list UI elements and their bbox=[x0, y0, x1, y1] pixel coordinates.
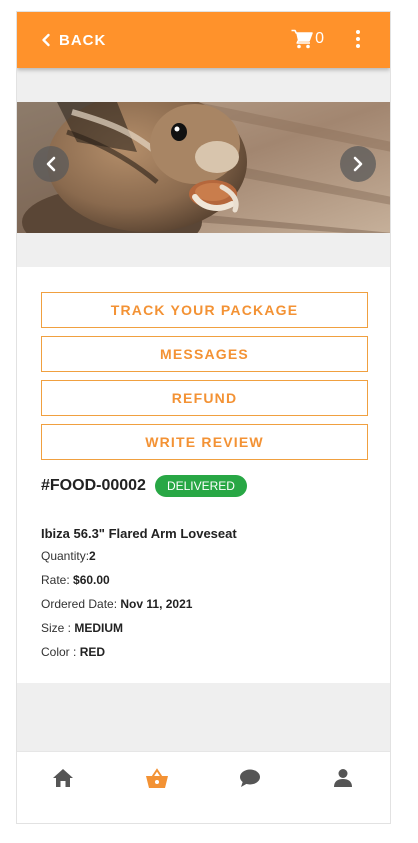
ordered-date-row: Ordered Date: Nov 11, 2021 bbox=[41, 597, 192, 611]
quantity-value: 2 bbox=[89, 549, 96, 563]
rate-value: $60.00 bbox=[73, 573, 110, 587]
color-row: Color : RED bbox=[41, 645, 105, 659]
nav-orders-button[interactable] bbox=[145, 768, 171, 792]
nav-messages-button[interactable] bbox=[239, 768, 265, 792]
ordered-date-label: Ordered Date: bbox=[41, 597, 121, 611]
more-vert-icon bbox=[356, 30, 360, 34]
rate-row: Rate: $60.00 bbox=[41, 573, 110, 587]
size-row: Size : MEDIUM bbox=[41, 621, 123, 635]
chevron-left-icon bbox=[46, 156, 56, 172]
phone-screen: BACK 0 TRACK YOUR PACKAGE MESSAGES REFUN… bbox=[16, 11, 391, 824]
nav-profile-button[interactable] bbox=[333, 768, 359, 792]
size-label: Size : bbox=[41, 621, 75, 635]
chat-icon bbox=[240, 769, 260, 787]
back-button[interactable]: BACK bbox=[39, 32, 106, 49]
quantity-row: Quantity:2 bbox=[41, 549, 96, 563]
cart-count: 0 bbox=[315, 30, 324, 47]
cart-icon bbox=[291, 29, 313, 49]
image-slider[interactable] bbox=[17, 102, 390, 233]
order-id: #FOOD-00002 bbox=[41, 477, 146, 494]
status-badge: DELIVERED bbox=[154, 475, 247, 497]
write-review-button[interactable]: WRITE REVIEW bbox=[41, 424, 368, 460]
slider-next-button[interactable] bbox=[340, 146, 376, 182]
basket-icon bbox=[146, 768, 168, 788]
chevron-left-icon bbox=[42, 33, 50, 47]
messages-button[interactable]: MESSAGES bbox=[41, 336, 368, 372]
color-label: Color : bbox=[41, 645, 80, 659]
cart-button[interactable]: 0 bbox=[291, 29, 324, 49]
product-name: Ibiza 56.3" Flared Arm Loveseat bbox=[41, 526, 237, 541]
bottom-navigation bbox=[17, 751, 390, 823]
size-value: MEDIUM bbox=[74, 621, 124, 635]
order-detail-card: TRACK YOUR PACKAGE MESSAGES REFUND WRITE… bbox=[17, 267, 390, 683]
more-options-button[interactable] bbox=[354, 30, 362, 50]
banner-image bbox=[17, 102, 390, 233]
back-label: BACK bbox=[59, 31, 107, 49]
order-header: #FOOD-00002 DELIVERED bbox=[41, 475, 247, 497]
app-header: BACK 0 bbox=[17, 12, 390, 68]
track-package-button[interactable]: TRACK YOUR PACKAGE bbox=[41, 292, 368, 328]
slider-prev-button[interactable] bbox=[33, 146, 69, 182]
quantity-label: Quantity: bbox=[41, 549, 90, 563]
ordered-date-value: Nov 11, 2021 bbox=[120, 597, 193, 611]
user-icon bbox=[334, 769, 352, 787]
chevron-right-icon bbox=[353, 156, 363, 172]
refund-button[interactable]: REFUND bbox=[41, 380, 368, 416]
rate-label: Rate: bbox=[41, 573, 74, 587]
nav-home-button[interactable] bbox=[52, 768, 78, 792]
home-icon bbox=[53, 769, 73, 787]
color-value: RED bbox=[79, 645, 106, 659]
